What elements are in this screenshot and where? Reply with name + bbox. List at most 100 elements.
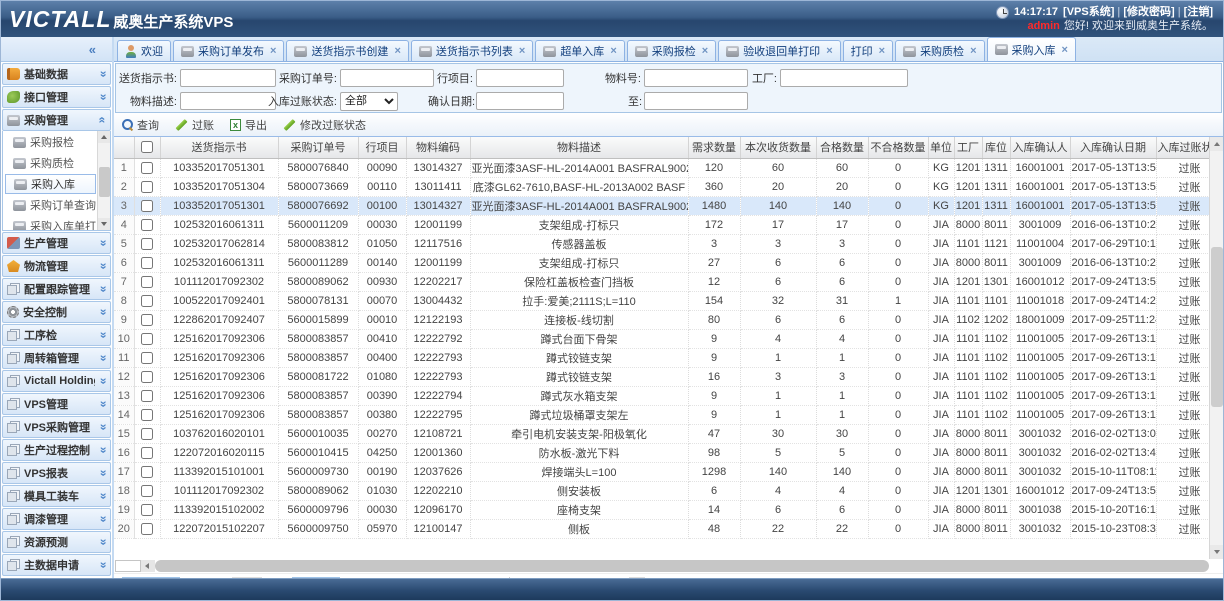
sidebar-item-4[interactable]: 采购入库单打 — [5, 216, 96, 231]
header-link-1[interactable]: [修改密码] — [1123, 6, 1174, 18]
filter-input[interactable] — [644, 92, 748, 110]
row-checkbox[interactable] — [141, 314, 153, 326]
chevron-double-down-icon[interactable]: « — [96, 562, 110, 569]
tab-4[interactable]: 超单入库× — [535, 40, 624, 61]
close-icon[interactable]: × — [970, 45, 976, 57]
chevron-double-down-icon[interactable]: « — [96, 240, 110, 247]
column-header[interactable]: 合格数量 — [816, 137, 868, 158]
row-checkbox[interactable] — [141, 390, 153, 402]
chevron-double-down-icon[interactable]: « — [96, 539, 110, 546]
table-row[interactable]: 1312516201709230658000838570039012222794… — [114, 386, 1223, 405]
row-checkbox[interactable] — [141, 504, 153, 516]
column-header[interactable]: 采购订单号 — [278, 137, 358, 158]
sidebar-group-0[interactable]: 基础数据« — [2, 63, 111, 85]
filter-input[interactable] — [780, 69, 908, 87]
chevron-double-down-icon[interactable]: « — [96, 71, 110, 78]
sidebar-item-1[interactable]: 采购质检 — [5, 153, 96, 173]
vertical-scrollbar[interactable] — [1209, 137, 1223, 559]
row-checkbox[interactable] — [141, 276, 153, 288]
close-icon[interactable]: × — [826, 45, 832, 57]
scroll-down-icon[interactable] — [1210, 545, 1223, 559]
close-icon[interactable]: × — [702, 45, 708, 57]
tab-9[interactable]: 采购入库× — [987, 37, 1076, 61]
row-checkbox[interactable] — [141, 352, 153, 364]
sidebar-group-15[interactable]: 调漆管理« — [2, 508, 111, 530]
column-header[interactable]: 工厂 — [954, 137, 982, 158]
table-row[interactable]: 1510376201602010156000100350027012108721… — [114, 424, 1223, 443]
submenu-scroll-thumb[interactable] — [99, 167, 110, 197]
sidebar-group-5[interactable]: 配置跟踪管理« — [2, 278, 111, 300]
row-checkbox[interactable] — [141, 523, 153, 535]
tab-3[interactable]: 送货指示书列表× — [411, 40, 533, 61]
filter-input[interactable] — [476, 69, 564, 87]
table-row[interactable]: 912286201709240756000158990001012122193连… — [114, 310, 1223, 329]
row-checkbox[interactable] — [141, 257, 153, 269]
row-checkbox[interactable] — [141, 409, 153, 421]
sidebar-group-17[interactable]: 主数据申请« — [2, 554, 111, 576]
row-checkbox[interactable] — [141, 238, 153, 250]
table-row[interactable]: 510253201706281458000838120105012117516传… — [114, 234, 1223, 253]
row-checkbox[interactable] — [141, 447, 153, 459]
sidebar-group-11[interactable]: VPS采购管理« — [2, 416, 111, 438]
close-icon[interactable]: × — [610, 45, 616, 57]
filter-input[interactable] — [476, 92, 564, 110]
column-header[interactable]: 单位 — [928, 137, 954, 158]
chevron-double-down-icon[interactable]: « — [96, 94, 110, 101]
horizontal-scrollbar[interactable] — [114, 559, 1223, 573]
column-header[interactable]: 行项目 — [358, 137, 406, 158]
sidebar-group-10[interactable]: VPS管理« — [2, 393, 111, 415]
tab-2[interactable]: 送货指示书创建× — [286, 40, 408, 61]
sidebar-group-2[interactable]: 采购管理« — [2, 109, 111, 131]
chevron-double-down-icon[interactable]: « — [96, 493, 110, 500]
row-checkbox[interactable] — [141, 200, 153, 212]
column-header[interactable]: 物料编码 — [406, 137, 470, 158]
chevron-double-down-icon[interactable]: « — [96, 309, 110, 316]
table-row[interactable]: 2012207201510220756000097500597012100147… — [114, 519, 1223, 538]
chevron-double-down-icon[interactable]: « — [96, 378, 110, 385]
close-icon[interactable]: × — [879, 45, 885, 57]
table-row[interactable]: 1212516201709230658000817220108012222793… — [114, 367, 1223, 386]
table-row[interactable]: 1911339201510200256000097960003012096170… — [114, 500, 1223, 519]
table-row[interactable]: 1012516201709230658000838570041012222792… — [114, 329, 1223, 348]
sidebar-group-13[interactable]: VPS报表« — [2, 462, 111, 484]
table-row[interactable]: 1810111201709230258000890620103012202210… — [114, 481, 1223, 500]
toolbar-button-0[interactable]: 查询 — [122, 117, 159, 133]
chevron-double-down-icon[interactable]: « — [96, 355, 110, 362]
row-checkbox[interactable] — [141, 295, 153, 307]
column-header[interactable]: 入库确认日期 — [1070, 137, 1156, 158]
column-header[interactable]: 送货指示书 — [160, 137, 278, 158]
chevron-double-down-icon[interactable]: « — [96, 286, 110, 293]
sidebar-group-1[interactable]: 接口管理« — [2, 86, 111, 108]
scroll-up-icon[interactable] — [98, 131, 111, 143]
scroll-left-icon[interactable] — [141, 560, 155, 572]
chevron-double-down-icon[interactable]: « — [96, 401, 110, 408]
chevron-double-down-icon[interactable]: « — [96, 332, 110, 339]
table-row[interactable]: 410253201606131156000112090003012001199支… — [114, 215, 1223, 234]
close-icon[interactable]: × — [519, 45, 525, 57]
close-icon[interactable]: × — [1062, 44, 1068, 56]
row-checkbox[interactable] — [141, 162, 153, 174]
scroll-down-icon[interactable] — [98, 218, 111, 230]
collapse-sidebar-icon[interactable]: « — [89, 42, 96, 57]
filter-input[interactable] — [340, 69, 434, 87]
table-row[interactable]: 1412516201709230658000838570038012222795… — [114, 405, 1223, 424]
column-header[interactable]: 不合格数量 — [868, 137, 928, 158]
filter-input[interactable] — [644, 69, 748, 87]
sidebar-item-2[interactable]: 采购入库 — [5, 174, 96, 194]
table-row[interactable]: 110335201705130158000768400009013014327亚… — [114, 158, 1223, 177]
chevron-double-down-icon[interactable]: « — [96, 470, 110, 477]
toolbar-button-3[interactable]: 修改过账状态 — [283, 117, 366, 133]
chevron-double-up-icon[interactable]: « — [96, 117, 110, 124]
table-row[interactable]: 810052201709240158000781310007013004432拉… — [114, 291, 1223, 310]
chevron-double-down-icon[interactable]: « — [96, 424, 110, 431]
header-link-0[interactable]: [VPS系统] — [1063, 6, 1114, 18]
table-row[interactable]: 210335201705130458000736690011013011411底… — [114, 177, 1223, 196]
chevron-double-down-icon[interactable]: « — [96, 263, 110, 270]
sidebar-item-0[interactable]: 采购报检 — [5, 132, 96, 152]
select-all-checkbox[interactable] — [141, 141, 153, 153]
table-row[interactable]: 1711339201510100156000097300019012037626… — [114, 462, 1223, 481]
sidebar-group-9[interactable]: Victall Holding« — [2, 370, 111, 392]
tab-6[interactable]: 验收退回单打印× — [718, 40, 840, 61]
sidebar-item-3[interactable]: 采购订单查询 — [5, 195, 96, 215]
tab-5[interactable]: 采购报检× — [627, 40, 716, 61]
